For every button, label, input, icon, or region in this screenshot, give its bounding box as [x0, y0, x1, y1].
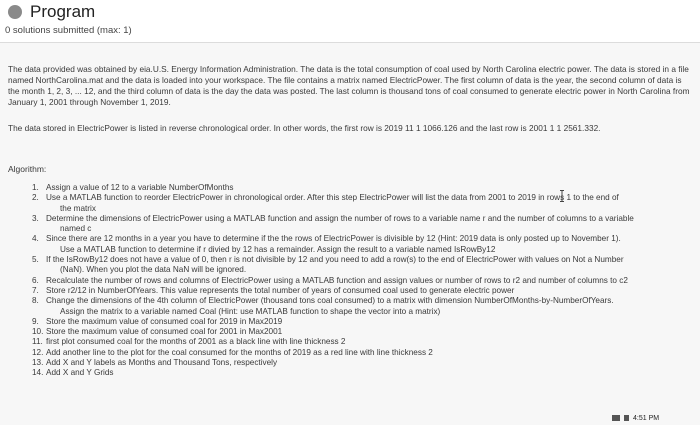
algorithm-step: Use a MATLAB function to determine if r … — [32, 245, 694, 255]
problem-statement-card: The data provided was obtained by eia.U.… — [0, 42, 700, 425]
algorithm-step: 5. If the IsRowBy12 does not have a value… — [32, 255, 694, 265]
page-title: Program — [30, 2, 96, 21]
step-number: 13. — [32, 358, 44, 368]
step-number — [32, 204, 46, 214]
step-number: 11. — [32, 337, 43, 347]
algorithm-step: (NaN). When you plot the data NaN will b… — [32, 265, 694, 275]
step-text: Recalculate the number of rows and colum… — [46, 275, 628, 285]
step-text: Assign the matrix to a variable named Co… — [60, 306, 441, 316]
step-text: Add another line to the plot for the coa… — [46, 347, 433, 357]
step-number: 1. — [32, 183, 39, 192]
step-number: 5. — [32, 255, 39, 265]
algorithm-steps-list: 1. Assign a value of 12 to a variable Num… — [32, 183, 694, 379]
step-number: 12. — [32, 347, 44, 357]
step-text: (NaN). When you plot the data NaN will b… — [60, 265, 247, 275]
problem-paragraph-1: The data provided was obtained by eia.U.… — [8, 64, 690, 107]
step-text: Change the dimensions of the 4th column … — [46, 296, 614, 306]
algorithm-step: 4. Since there are 12 months in a year yo… — [32, 234, 694, 244]
algorithm-step: 7. Store r2/12 in NumberOfYears. This val… — [32, 286, 694, 296]
step-number — [32, 224, 46, 234]
network-icon[interactable] — [612, 415, 620, 421]
algorithm-step: 11. first plot consumed coal for the mont… — [32, 337, 694, 347]
step-number: 14. — [32, 368, 44, 378]
step-text: Store r2/12 in NumberOfYears. This value… — [46, 285, 515, 295]
step-text: If the IsRowBy12 does not have a value o… — [46, 255, 624, 265]
algorithm-step: 1. Assign a value of 12 to a variable Num… — [32, 183, 694, 193]
algorithm-step: 12. Add another line to the plot for the … — [32, 348, 694, 358]
problem-paragraph-2: The data stored in ElectricPower is list… — [8, 123, 601, 133]
system-tray: 4:51 PM — [612, 412, 700, 424]
step-number: 10. — [32, 327, 44, 337]
step-text: first plot consumed coal for the months … — [46, 337, 346, 347]
step-text: Determine the dimensions of ElectricPowe… — [46, 213, 634, 223]
step-text: Use a MATLAB function to reorder Electri… — [46, 193, 619, 203]
step-text: Assign a value of 12 to a variable Numbe… — [46, 183, 234, 192]
step-number: 2. — [32, 193, 39, 203]
step-text: named c — [60, 224, 92, 234]
algorithm-step: 6. Recalculate the number of rows and col… — [32, 276, 694, 286]
step-number: 8. — [32, 296, 39, 306]
step-number: 9. — [32, 316, 39, 326]
algorithm-step: the matrix — [32, 204, 694, 214]
step-number: 6. — [32, 275, 39, 285]
text-cursor-icon — [560, 190, 564, 202]
step-text: Store the maximum value of consumed coal… — [46, 316, 283, 326]
step-text: Store the maximum value of consumed coal… — [46, 327, 283, 337]
step-number: 7. — [32, 285, 39, 295]
step-number: 3. — [32, 213, 39, 223]
page-header: Program 0 solutions submitted (max: 1) — [0, 0, 700, 40]
step-text: Since there are 12 months in a year you … — [46, 234, 621, 244]
algorithm-step: 13. Add X and Y labels as Months and Thou… — [32, 358, 694, 368]
algorithm-step: 10. Store the maximum value of consumed c… — [32, 327, 694, 337]
step-number — [32, 245, 46, 255]
step-number — [32, 307, 46, 317]
submission-check-icon — [8, 5, 22, 19]
algorithm-step: 8. Change the dimensions of the 4th colum… — [32, 296, 694, 306]
step-text: the matrix — [60, 203, 96, 213]
step-text: Add X and Y labels as Months and Thousan… — [46, 358, 278, 368]
clock: 4:51 PM — [633, 414, 660, 422]
algorithm-step: 3. Determine the dimensions of ElectricPo… — [32, 214, 694, 224]
algorithm-step: 14. Add X and Y Grids — [32, 368, 694, 378]
volume-icon[interactable] — [624, 415, 629, 421]
algorithm-step: 2. Use a MATLAB function to reorder Elect… — [32, 193, 694, 203]
algorithm-step: Assign the matrix to a variable named Co… — [32, 307, 694, 317]
algorithm-heading: Algorithm: — [8, 164, 47, 174]
step-text: Use a MATLAB function to determine if r … — [60, 244, 496, 254]
submission-status: 0 solutions submitted (max: 1) — [5, 25, 132, 36]
step-text: Add X and Y Grids — [46, 368, 114, 378]
step-number: 4. — [32, 234, 39, 244]
algorithm-step: named c — [32, 224, 694, 234]
algorithm-step: 9. Store the maximum value of consumed co… — [32, 317, 694, 327]
step-number — [32, 265, 46, 275]
